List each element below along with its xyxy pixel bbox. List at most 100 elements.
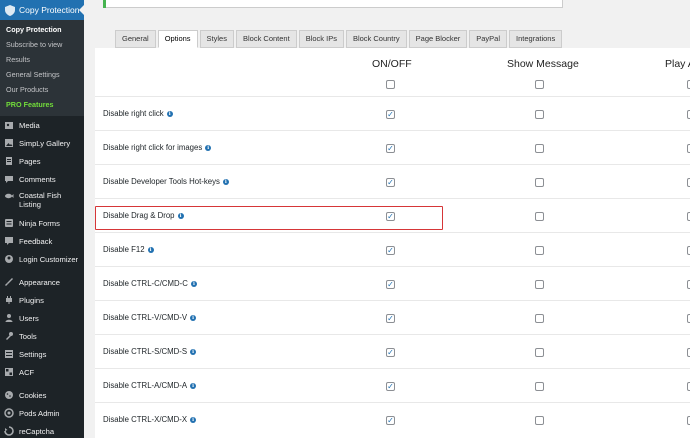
sidebar-item-label: Media	[19, 120, 40, 130]
sidebar-item-settings[interactable]: Settings	[0, 345, 84, 363]
sidebar-item-login-customizer[interactable]: Login Customizer	[0, 250, 84, 268]
option-label-text: Disable CTRL-X/CMD-X	[103, 415, 188, 424]
option-label-text: Disable CTRL-A/CMD-A	[103, 381, 188, 390]
sidebar-item-coastal-fish-listing[interactable]: Coastal Fish Listing	[0, 188, 84, 214]
show-message-checkbox[interactable]	[535, 212, 544, 221]
table-row: Disable CTRL-S/CMD-S i ✓	[95, 334, 690, 368]
notice-accent	[103, 0, 106, 8]
option-label-text: Disable right click for images	[103, 143, 203, 152]
show-message-checkbox[interactable]	[535, 314, 544, 323]
on-off-checkbox[interactable]: ✓	[386, 144, 395, 153]
submenu-item[interactable]: Subscribe to view	[0, 37, 84, 52]
sidebar-item-tools[interactable]: Tools	[0, 327, 84, 345]
tab-styles[interactable]: Styles	[199, 30, 234, 48]
options-panel: ON/OFF Show Message Play A Disable right…	[95, 48, 690, 438]
tab-options[interactable]: Options	[157, 30, 198, 48]
show-message-checkbox[interactable]	[535, 280, 544, 289]
sidebar-item-pods-admin[interactable]: Pods Admin	[0, 404, 84, 422]
tab-integrations[interactable]: Integrations	[509, 30, 563, 48]
submenu-item[interactable]: General Settings	[0, 67, 84, 82]
sidebar-item-simply-gallery[interactable]: SimpLy Gallery	[0, 134, 84, 152]
info-icon[interactable]: i	[147, 246, 154, 253]
on-off-checkbox[interactable]: ✓	[386, 178, 395, 187]
info-icon[interactable]: i	[190, 416, 197, 423]
sidebar-item-cookies[interactable]: Cookies	[0, 386, 84, 404]
acf-icon	[4, 367, 14, 377]
tab-general[interactable]: General	[115, 30, 156, 48]
sidebar-item-label: Pages	[19, 156, 41, 166]
info-icon[interactable]: i	[205, 144, 212, 151]
option-label: Disable F12 i	[103, 245, 154, 254]
tab-block-ips[interactable]: Block IPs	[298, 30, 344, 48]
on-off-checkbox[interactable]: ✓	[386, 416, 395, 425]
sidebar-submenu: Copy Protection Subscribe to view Results G…	[0, 20, 84, 116]
show-message-checkbox[interactable]	[535, 144, 544, 153]
tab-block-country[interactable]: Block Country	[345, 30, 407, 48]
tab-page-blocker[interactable]: Page Blocker	[408, 30, 468, 48]
settings-tabs: General Options Styles Block Content Block I…	[115, 30, 564, 48]
notice-box	[103, 0, 563, 8]
tab-block-content[interactable]: Block Content	[235, 30, 297, 48]
info-icon[interactable]: i	[222, 178, 229, 185]
on-off-checkbox[interactable]: ✓	[386, 280, 395, 289]
info-icon[interactable]: i	[190, 280, 197, 287]
submenu-item[interactable]: Our Products	[0, 82, 84, 97]
checkmark-icon: ✓	[387, 347, 394, 357]
option-label: Disable CTRL-A/CMD-A i	[103, 381, 197, 390]
table-row: Disable F12 i ✓	[95, 232, 690, 266]
table-row: Disable Developer Tools Hot-keys i ✓	[95, 164, 690, 198]
on-off-checkbox[interactable]: ✓	[386, 314, 395, 323]
sidebar-item-acf[interactable]: ACF	[0, 363, 84, 381]
submenu-item[interactable]: Results	[0, 52, 84, 67]
pods-icon	[4, 408, 14, 418]
sidebar-item-pages[interactable]: Pages	[0, 152, 84, 170]
tab-paypal[interactable]: PayPal	[469, 30, 508, 48]
toggle-all-show-message-checkbox[interactable]	[535, 80, 544, 89]
on-off-checkbox[interactable]: ✓	[386, 348, 395, 357]
users-icon	[4, 313, 14, 323]
column-header-play: Play A	[665, 58, 690, 70]
on-off-checkbox[interactable]: ✓	[386, 246, 395, 255]
sidebar-item-label: reCaptcha	[19, 426, 55, 436]
main-content: General Options Styles Block Content Block I…	[84, 0, 690, 438]
show-message-checkbox[interactable]	[535, 110, 544, 119]
show-message-checkbox[interactable]	[535, 382, 544, 391]
sidebar-item-feedback[interactable]: Feedback	[0, 232, 84, 250]
sidebar-item-media[interactable]: Media	[0, 116, 84, 134]
submenu-item[interactable]: PRO Features	[0, 97, 84, 112]
sidebar-item-copy-protection[interactable]: Copy Protection	[0, 0, 84, 20]
show-message-checkbox[interactable]	[535, 348, 544, 357]
sidebar-item-label: Copy Protection	[19, 5, 80, 15]
option-label: Disable CTRL-S/CMD-S i	[103, 347, 197, 356]
on-off-checkbox[interactable]: ✓	[386, 382, 395, 391]
sidebar-item-ninja-forms[interactable]: Ninja Forms	[0, 214, 84, 232]
info-icon[interactable]: i	[190, 314, 197, 321]
show-message-checkbox[interactable]	[535, 178, 544, 187]
info-icon[interactable]: i	[190, 382, 197, 389]
option-label-text: Disable CTRL-V/CMD-V	[103, 313, 188, 322]
info-icon[interactable]: i	[166, 110, 173, 117]
submenu-item[interactable]: Copy Protection	[0, 22, 84, 37]
info-icon[interactable]: i	[190, 348, 197, 355]
toggle-all-on-off-checkbox[interactable]	[386, 80, 395, 89]
highlight-box	[95, 206, 443, 230]
show-message-checkbox[interactable]	[535, 246, 544, 255]
sidebar-item-users[interactable]: Users	[0, 309, 84, 327]
sidebar-item-label: Plugins	[19, 295, 44, 305]
option-label-text: Disable right click	[103, 109, 164, 118]
sidebar-item-appearance[interactable]: Appearance	[0, 273, 84, 291]
checkmark-icon: ✓	[387, 279, 394, 289]
checkmark-icon: ✓	[387, 245, 394, 255]
sidebar-menu: Media SimpLy Gallery Pages Comments Coastal …	[0, 116, 84, 438]
sidebar-item-label: Cookies	[19, 390, 47, 400]
table-row: Disable CTRL-C/CMD-C i ✓	[95, 266, 690, 300]
show-message-checkbox[interactable]	[535, 416, 544, 425]
option-label-text: Disable F12	[103, 245, 145, 254]
sidebar-item-recaptcha[interactable]: reCaptcha	[0, 422, 84, 438]
settings-icon	[4, 349, 14, 359]
admin-sidebar: Copy Protection Copy Protection Subscribe…	[0, 0, 84, 438]
checkmark-icon: ✓	[387, 109, 394, 119]
sidebar-item-comments[interactable]: Comments	[0, 170, 84, 188]
on-off-checkbox[interactable]: ✓	[386, 110, 395, 119]
sidebar-item-plugins[interactable]: Plugins	[0, 291, 84, 309]
